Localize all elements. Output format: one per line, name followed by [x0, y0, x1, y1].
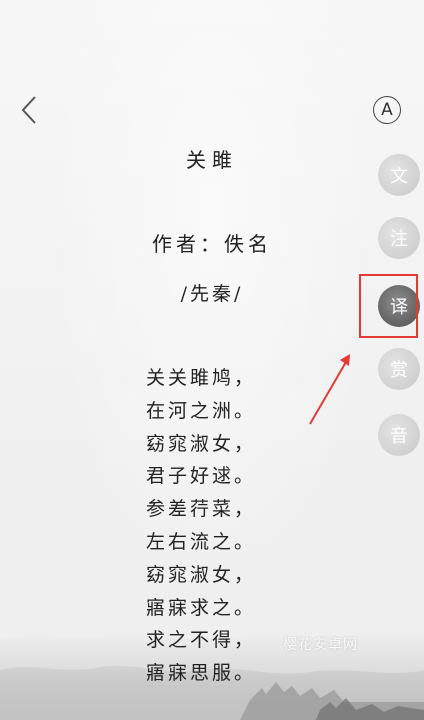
watermark: 樱花安卓网 [283, 637, 358, 653]
poem-line: 寤寐求之。 [146, 596, 257, 619]
side-tab-appreciation[interactable]: 赏 [378, 348, 420, 390]
side-tab-audio[interactable]: 音 [378, 414, 420, 456]
poem-body: 关关雎鸠， 在河之洲。 窈窕淑女， 君子好逑。 参差荇菜， 左右流之。 窈窕淑女… [146, 362, 256, 690]
poem-line: 窈窕淑女， [146, 563, 257, 586]
poem-dynasty: /先秦/ [180, 283, 244, 305]
poem-line: 君子好逑。 [146, 465, 257, 488]
poem-line: 左右流之。 [146, 530, 257, 553]
font-size-label: A [381, 100, 393, 120]
red-arrow-icon [309, 354, 350, 425]
font-size-button[interactable]: A [373, 96, 401, 124]
poem-line: 关关雎鸠， [146, 367, 257, 389]
back-button[interactable] [14, 92, 44, 128]
poem-line: 在河之洲。 [146, 399, 257, 422]
poem-line: 窈窕淑女， [146, 432, 257, 455]
poem-line: 求之不得， [146, 629, 257, 652]
side-tab-label: 音 [390, 426, 408, 447]
side-tab-label: 赏 [390, 360, 408, 381]
poem-line: 参差荇菜， [146, 498, 257, 521]
poem-line: 寤寐思服。 [146, 662, 257, 685]
poem-title: 关雎 [186, 148, 238, 172]
poem-author: 作者：佚名 [152, 232, 272, 256]
chevron-left-icon [21, 96, 36, 124]
